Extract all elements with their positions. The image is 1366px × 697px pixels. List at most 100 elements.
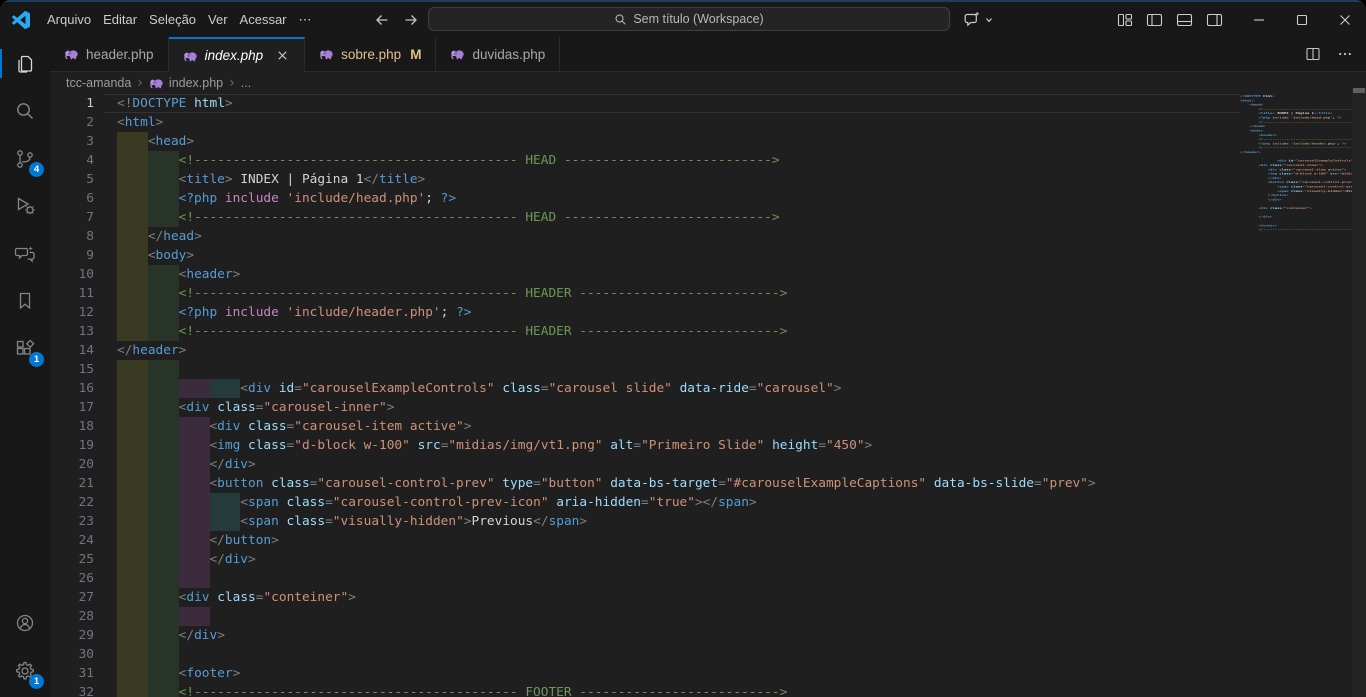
code-line-19[interactable]: 19 <img class="d-block w-100" src="midia… bbox=[50, 436, 1366, 455]
line-number: 31 bbox=[50, 664, 94, 683]
code-line-24[interactable]: 24 </button> bbox=[50, 531, 1366, 550]
code-line-22[interactable]: 22 <span class="carousel-control-prev-ic… bbox=[50, 493, 1366, 512]
more-actions-icon[interactable] bbox=[1337, 46, 1353, 62]
breadcrumb[interactable]: tcc-amanda›index.php›... bbox=[50, 72, 1366, 94]
line-number: 28 bbox=[50, 607, 94, 626]
breadcrumb-item[interactable]: ... bbox=[241, 76, 251, 90]
toggle-secondary-sidebar-icon[interactable] bbox=[1206, 12, 1223, 28]
code-line-27[interactable]: 27 <div class="conteiner"> bbox=[50, 588, 1366, 607]
forward-button[interactable] bbox=[403, 12, 419, 28]
code-line-17[interactable]: 17 <div class="carousel-inner"> bbox=[50, 398, 1366, 417]
minimap[interactable]: <!DOCTYPE html><html> <head> <!---------… bbox=[1240, 94, 1352, 334]
run-and-debug-icon bbox=[13, 194, 37, 218]
code-line-23[interactable]: 23 <span class="visually-hidden">Previou… bbox=[50, 512, 1366, 531]
line-number: 9 bbox=[50, 246, 94, 265]
line-number: 30 bbox=[50, 645, 94, 664]
code-line-6[interactable]: 6 <?php include 'include/head.php'; ?> bbox=[50, 189, 1366, 208]
code-line-21[interactable]: 21 <button class="carousel-control-prev"… bbox=[50, 474, 1366, 493]
bookmarks-icon bbox=[13, 289, 37, 313]
code-line-30[interactable]: 30 bbox=[50, 645, 1366, 664]
code-line-28[interactable]: 28 bbox=[50, 607, 1366, 626]
breadcrumb-item[interactable]: tcc-amanda bbox=[66, 76, 131, 90]
line-number: 27 bbox=[50, 588, 94, 607]
menu-item-seleo[interactable]: Seleção bbox=[143, 8, 202, 32]
code-line-16[interactable]: 16 <div id="carouselExampleControls" cla… bbox=[50, 379, 1366, 398]
menu-item-ver[interactable]: Ver bbox=[202, 8, 234, 32]
code-line-1[interactable]: 1<!DOCTYPE html> bbox=[50, 94, 1366, 113]
activity-run-and-debug[interactable] bbox=[0, 183, 50, 230]
menu-item-acessar[interactable]: Acessar bbox=[234, 8, 293, 32]
close-tab-icon[interactable] bbox=[275, 48, 290, 63]
activity-chat[interactable] bbox=[0, 230, 50, 277]
menu-item-more[interactable]: ⋯ bbox=[293, 8, 318, 32]
line-number: 23 bbox=[50, 512, 94, 531]
code-line-10[interactable]: 10 <header> bbox=[50, 265, 1366, 284]
line-number: 16 bbox=[50, 379, 94, 398]
code-line-20[interactable]: 20 </div> bbox=[50, 455, 1366, 474]
code-line-2[interactable]: 2<html> bbox=[50, 113, 1366, 132]
line-number: 26 bbox=[50, 569, 94, 588]
customize-layout-icon[interactable] bbox=[1117, 12, 1133, 28]
menu-item-editar[interactable]: Editar bbox=[97, 8, 143, 32]
toggle-panel-icon[interactable] bbox=[1176, 12, 1193, 28]
indent-guide bbox=[148, 607, 179, 626]
activity-bookmarks[interactable] bbox=[0, 278, 50, 325]
code-line-13[interactable]: 13 <!-----------------------------------… bbox=[50, 322, 1366, 341]
activity-extensions[interactable]: 1 bbox=[0, 325, 50, 372]
command-center-search[interactable]: Sem título (Workspace) bbox=[428, 7, 950, 31]
activity-explorer[interactable] bbox=[0, 40, 50, 87]
vscode-logo bbox=[0, 11, 41, 29]
line-number: 2 bbox=[50, 113, 94, 132]
editor-scrollbar[interactable] bbox=[1352, 88, 1366, 697]
line-number: 21 bbox=[50, 474, 94, 493]
back-button[interactable] bbox=[374, 12, 390, 28]
code-line-5[interactable]: 5 <title> INDEX | Página 1</title> bbox=[50, 170, 1366, 189]
breadcrumb-separator: › bbox=[229, 75, 235, 91]
indent-guide bbox=[117, 607, 148, 626]
activity-accounts[interactable] bbox=[0, 600, 50, 647]
window-accent-border bbox=[0, 0, 1366, 2]
minimize-button[interactable] bbox=[1237, 2, 1280, 37]
split-editor-icon[interactable] bbox=[1305, 46, 1321, 62]
tab-sobre.php[interactable]: sobre.phpM bbox=[305, 37, 436, 72]
code-line-8[interactable]: 8 </head> bbox=[50, 227, 1366, 246]
code-editor[interactable]: 1<!DOCTYPE html>2<html>3 <head>4 <!-----… bbox=[50, 94, 1366, 697]
tab-index.php[interactable]: index.php bbox=[169, 37, 306, 72]
code-line-4[interactable]: 4 <!------------------------------------… bbox=[50, 151, 1366, 170]
indent-guide bbox=[117, 569, 148, 588]
tab-header.php[interactable]: header.php bbox=[50, 37, 169, 72]
toggle-primary-sidebar-icon[interactable] bbox=[1146, 12, 1163, 28]
code-line-18[interactable]: 18 <div class="carousel-item active"> bbox=[50, 417, 1366, 436]
code-line-29[interactable]: 29 </div> bbox=[50, 626, 1366, 645]
copilot-chevron-icon[interactable] bbox=[984, 15, 994, 25]
code-line-3[interactable]: 3 <head> bbox=[50, 132, 1366, 151]
code-line-32[interactable]: 32 <!-----------------------------------… bbox=[50, 683, 1366, 697]
php-file-icon bbox=[64, 48, 79, 60]
code-line-7[interactable]: 7 <!------------------------------------… bbox=[50, 208, 1366, 227]
line-number: 11 bbox=[50, 284, 94, 303]
copilot-chat-icon[interactable] bbox=[962, 10, 981, 29]
code-line-31[interactable]: 31 <footer> bbox=[50, 664, 1366, 683]
badge: 4 bbox=[29, 162, 44, 177]
code-line-15[interactable]: 15 bbox=[50, 360, 1366, 379]
menu-item-arquivo[interactable]: Arquivo bbox=[41, 8, 97, 32]
breadcrumb-item[interactable]: index.php bbox=[149, 76, 223, 90]
menu-bar: ArquivoEditarSeleçãoVerAcessar⋯ bbox=[41, 8, 318, 32]
code-line-26[interactable]: 26 bbox=[50, 569, 1366, 588]
activity-source-control[interactable]: 4 bbox=[0, 135, 50, 182]
maximize-button[interactable] bbox=[1280, 2, 1323, 37]
code-line-11[interactable]: 11 <!-----------------------------------… bbox=[50, 284, 1366, 303]
code-line-25[interactable]: 25 </div> bbox=[50, 550, 1366, 569]
line-number: 18 bbox=[50, 417, 94, 436]
code-line-14[interactable]: 14</header> bbox=[50, 341, 1366, 360]
close-button[interactable] bbox=[1323, 2, 1366, 37]
tab-duvidas.php[interactable]: duvidas.php bbox=[436, 37, 560, 72]
code-line-9[interactable]: 9 <body> bbox=[50, 246, 1366, 265]
line-number: 14 bbox=[50, 341, 94, 360]
activity-search[interactable] bbox=[0, 88, 50, 135]
code-line-12[interactable]: 12 <?php include 'include/header.php'; ?… bbox=[50, 303, 1366, 322]
indent-guide bbox=[117, 360, 148, 379]
accounts-icon bbox=[13, 611, 37, 635]
indent-guide bbox=[148, 645, 179, 664]
activity-settings[interactable]: 1 bbox=[0, 647, 50, 694]
